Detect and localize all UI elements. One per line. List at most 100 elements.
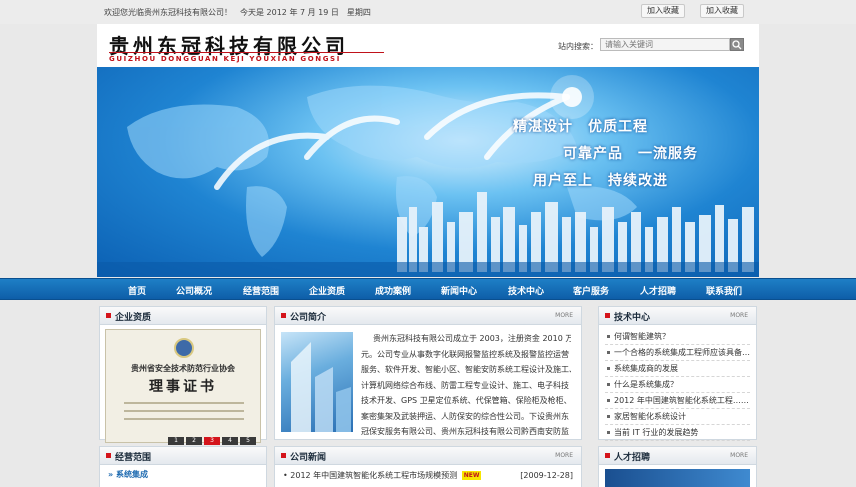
skyscraper-graphic <box>291 342 351 432</box>
list-item[interactable]: 当前 IT 行业的发展趋势 <box>605 425 750 441</box>
business-category-label: 系统集成 <box>115 470 148 479</box>
list-item[interactable]: 一个合格的系统集成工程师应该具备…… <box>605 345 750 361</box>
nav-service[interactable]: 客户服务 <box>573 284 609 297</box>
bullet-icon <box>607 383 610 386</box>
nav-business-scope[interactable]: 经营范围 <box>243 284 279 297</box>
panel-header: 公司简介 MORE <box>275 307 581 325</box>
news-date: [2009-12-28] <box>520 471 573 480</box>
tech-article-list: 何谓智能建筑？ 一个合格的系统集成工程师应该具备…… 系统集成商的发展 什么是系… <box>605 329 750 441</box>
site-header: 贵州东冠科技有限公司 GUIZHOU DONGGUAN KEJI YOUXIAN… <box>97 24 759 67</box>
pager-button[interactable]: 1 <box>168 437 184 445</box>
welcome-text: 欢迎您光临贵州东冠科技有限公司！ 今天是 2012 年 7 月 19 日 星期四 <box>104 8 371 17</box>
search-input[interactable] <box>600 38 730 51</box>
bullet-icon: • <box>283 471 288 480</box>
business-scope-panel: 经营范围 » 系统集成 <box>99 446 267 487</box>
more-link[interactable]: MORE <box>555 452 573 459</box>
intro-line: 服务、软件开发、智能小区、智能安防系统工程设计及施工、 <box>361 365 571 374</box>
title-marker <box>106 313 111 318</box>
panel-title: 公司简介 <box>290 313 327 323</box>
pager-button-active[interactable]: 3 <box>204 437 220 445</box>
intro-text: 贵州东冠科技有限公司成立于 2003，注册资金 2010 万 元。公司专业从事数… <box>361 331 571 440</box>
article-title[interactable]: 一个合格的系统集成工程师应该具备…… <box>614 348 750 357</box>
list-item[interactable]: 什么是系统集成？ <box>605 377 750 393</box>
search-icon <box>732 40 742 50</box>
business-category-link[interactable]: » 系统集成 <box>108 469 148 480</box>
slide-pager: 12345 <box>168 435 258 445</box>
intro-line: 计算机网络综合布线、防雷工程专业设计、施工、电子科技 <box>361 380 569 390</box>
nav-cases[interactable]: 成功案例 <box>375 284 411 297</box>
nav-tech[interactable]: 技术中心 <box>508 284 544 297</box>
news-item[interactable]: • 2012 年中国建筑智能化系统工程市场规模预测 NEW [2009-12-2… <box>283 469 573 483</box>
article-title[interactable]: 当前 IT 行业的发展趋势 <box>614 428 698 437</box>
recruitment-banner-image[interactable] <box>605 469 750 487</box>
intro-line: 冠保安服务有限公司、贵州东冠科技有限公司黔西南安防监 <box>361 427 569 436</box>
qualification-panel: 企业资质 贵州省安全技术防范行业协会 理事证书 12345 <box>99 306 267 445</box>
title-marker <box>281 313 286 318</box>
certificate-title: 理事证书 <box>149 379 217 395</box>
certificate-line <box>124 418 244 420</box>
more-link[interactable]: MORE <box>730 452 748 459</box>
bullet-icon <box>607 415 610 418</box>
nav-contact[interactable]: 联系我们 <box>706 284 742 297</box>
panel-header: 公司新闻 MORE <box>275 447 581 465</box>
nav-news[interactable]: 新闻中心 <box>441 284 477 297</box>
panel-title: 公司新闻 <box>290 453 327 463</box>
panel-header: 人才招聘 MORE <box>599 447 756 465</box>
arrow-icon: » <box>108 470 114 479</box>
bullet-icon <box>607 335 610 338</box>
add-bookmark-button[interactable]: 加入收藏 <box>641 4 685 18</box>
bullet-icon <box>607 351 610 354</box>
pager-button[interactable]: 4 <box>222 437 238 445</box>
panel-title: 企业资质 <box>115 313 152 323</box>
jobs-panel: 人才招聘 MORE <box>598 446 757 487</box>
building-image <box>281 332 353 432</box>
nav-qualification[interactable]: 企业资质 <box>309 284 345 297</box>
intro-line: 技术开发、GPS 卫星定位系统、代保管箱、保险柜及枪柜、 <box>361 396 571 405</box>
panel-header: 经营范围 <box>100 447 266 465</box>
top-bar: 欢迎您光临贵州东冠科技有限公司！ 今天是 2012 年 7 月 19 日 星期四… <box>0 0 856 24</box>
article-title[interactable]: 2012 年中国建筑智能化系统工程…… <box>614 396 749 405</box>
main-nav: 首页 公司概况 经营范围 企业资质 成功案例 新闻中心 技术中心 客户服务 人才… <box>0 278 856 300</box>
company-news-panel: 公司新闻 MORE • 2012 年中国建筑智能化系统工程市场规模预测 NEW … <box>274 446 582 487</box>
intro-line: 案密集架及武装押运、人防保安的综合性公司。下设贵州东 <box>361 411 569 421</box>
company-logo-en: GUIZHOU DONGGUAN KEJI YOUXIAN GONGSI <box>109 55 341 63</box>
article-title[interactable]: 什么是系统集成？ <box>614 380 678 389</box>
nav-company-overview[interactable]: 公司概况 <box>176 284 212 297</box>
slogan-1: 精湛设计 优质工程 <box>513 119 648 135</box>
article-title[interactable]: 家居智能化系统设计 <box>614 412 686 421</box>
intro-line: 元。公司专业从事数字化联网报警监控系统及报警监控运营 <box>361 349 569 359</box>
list-item[interactable]: 系统集成商的发展 <box>605 361 750 377</box>
panel-header: 技术中心 MORE <box>599 307 756 325</box>
pager-button[interactable]: 5 <box>240 437 256 445</box>
panel-title: 经营范围 <box>115 453 152 463</box>
panel-header: 企业资质 <box>100 307 266 325</box>
article-title[interactable]: 何谓智能建筑？ <box>614 332 670 341</box>
panel-title: 技术中心 <box>614 313 651 323</box>
title-marker <box>605 313 610 318</box>
bullet-icon <box>607 367 610 370</box>
news-title[interactable]: 2012 年中国建筑智能化系统工程市场规模预测 <box>290 471 457 480</box>
list-item[interactable]: 何谓智能建筑？ <box>605 329 750 345</box>
slogan-2: 可靠产品 一流服务 <box>563 146 698 162</box>
more-link[interactable]: MORE <box>730 312 748 319</box>
bullet-icon <box>607 431 610 434</box>
nav-jobs[interactable]: 人才招聘 <box>640 284 676 297</box>
list-item[interactable]: 2012 年中国建筑智能化系统工程…… <box>605 393 750 409</box>
certificate-org: 贵州省安全技术防范行业协会 <box>131 364 235 373</box>
certificate-image[interactable]: 贵州省安全技术防范行业协会 理事证书 <box>105 329 261 443</box>
more-link[interactable]: MORE <box>555 312 573 319</box>
title-marker <box>605 453 610 458</box>
certificate-line <box>124 402 244 404</box>
tech-center-panel: 技术中心 MORE 何谓智能建筑？ 一个合格的系统集成工程师应该具备…… 系统集… <box>598 306 757 441</box>
add-bookmark-button-2[interactable]: 加入收藏 <box>700 4 744 18</box>
search-button[interactable] <box>730 38 744 51</box>
logo-divider <box>109 52 384 53</box>
article-title[interactable]: 系统集成商的发展 <box>614 364 678 373</box>
new-badge-icon: NEW <box>461 471 482 480</box>
title-marker <box>281 453 286 458</box>
slogan-3: 用户至上 持续改进 <box>533 173 668 189</box>
pager-button[interactable]: 2 <box>186 437 202 445</box>
nav-home[interactable]: 首页 <box>128 284 146 297</box>
panel-title: 人才招聘 <box>614 453 651 463</box>
list-item[interactable]: 家居智能化系统设计 <box>605 409 750 425</box>
